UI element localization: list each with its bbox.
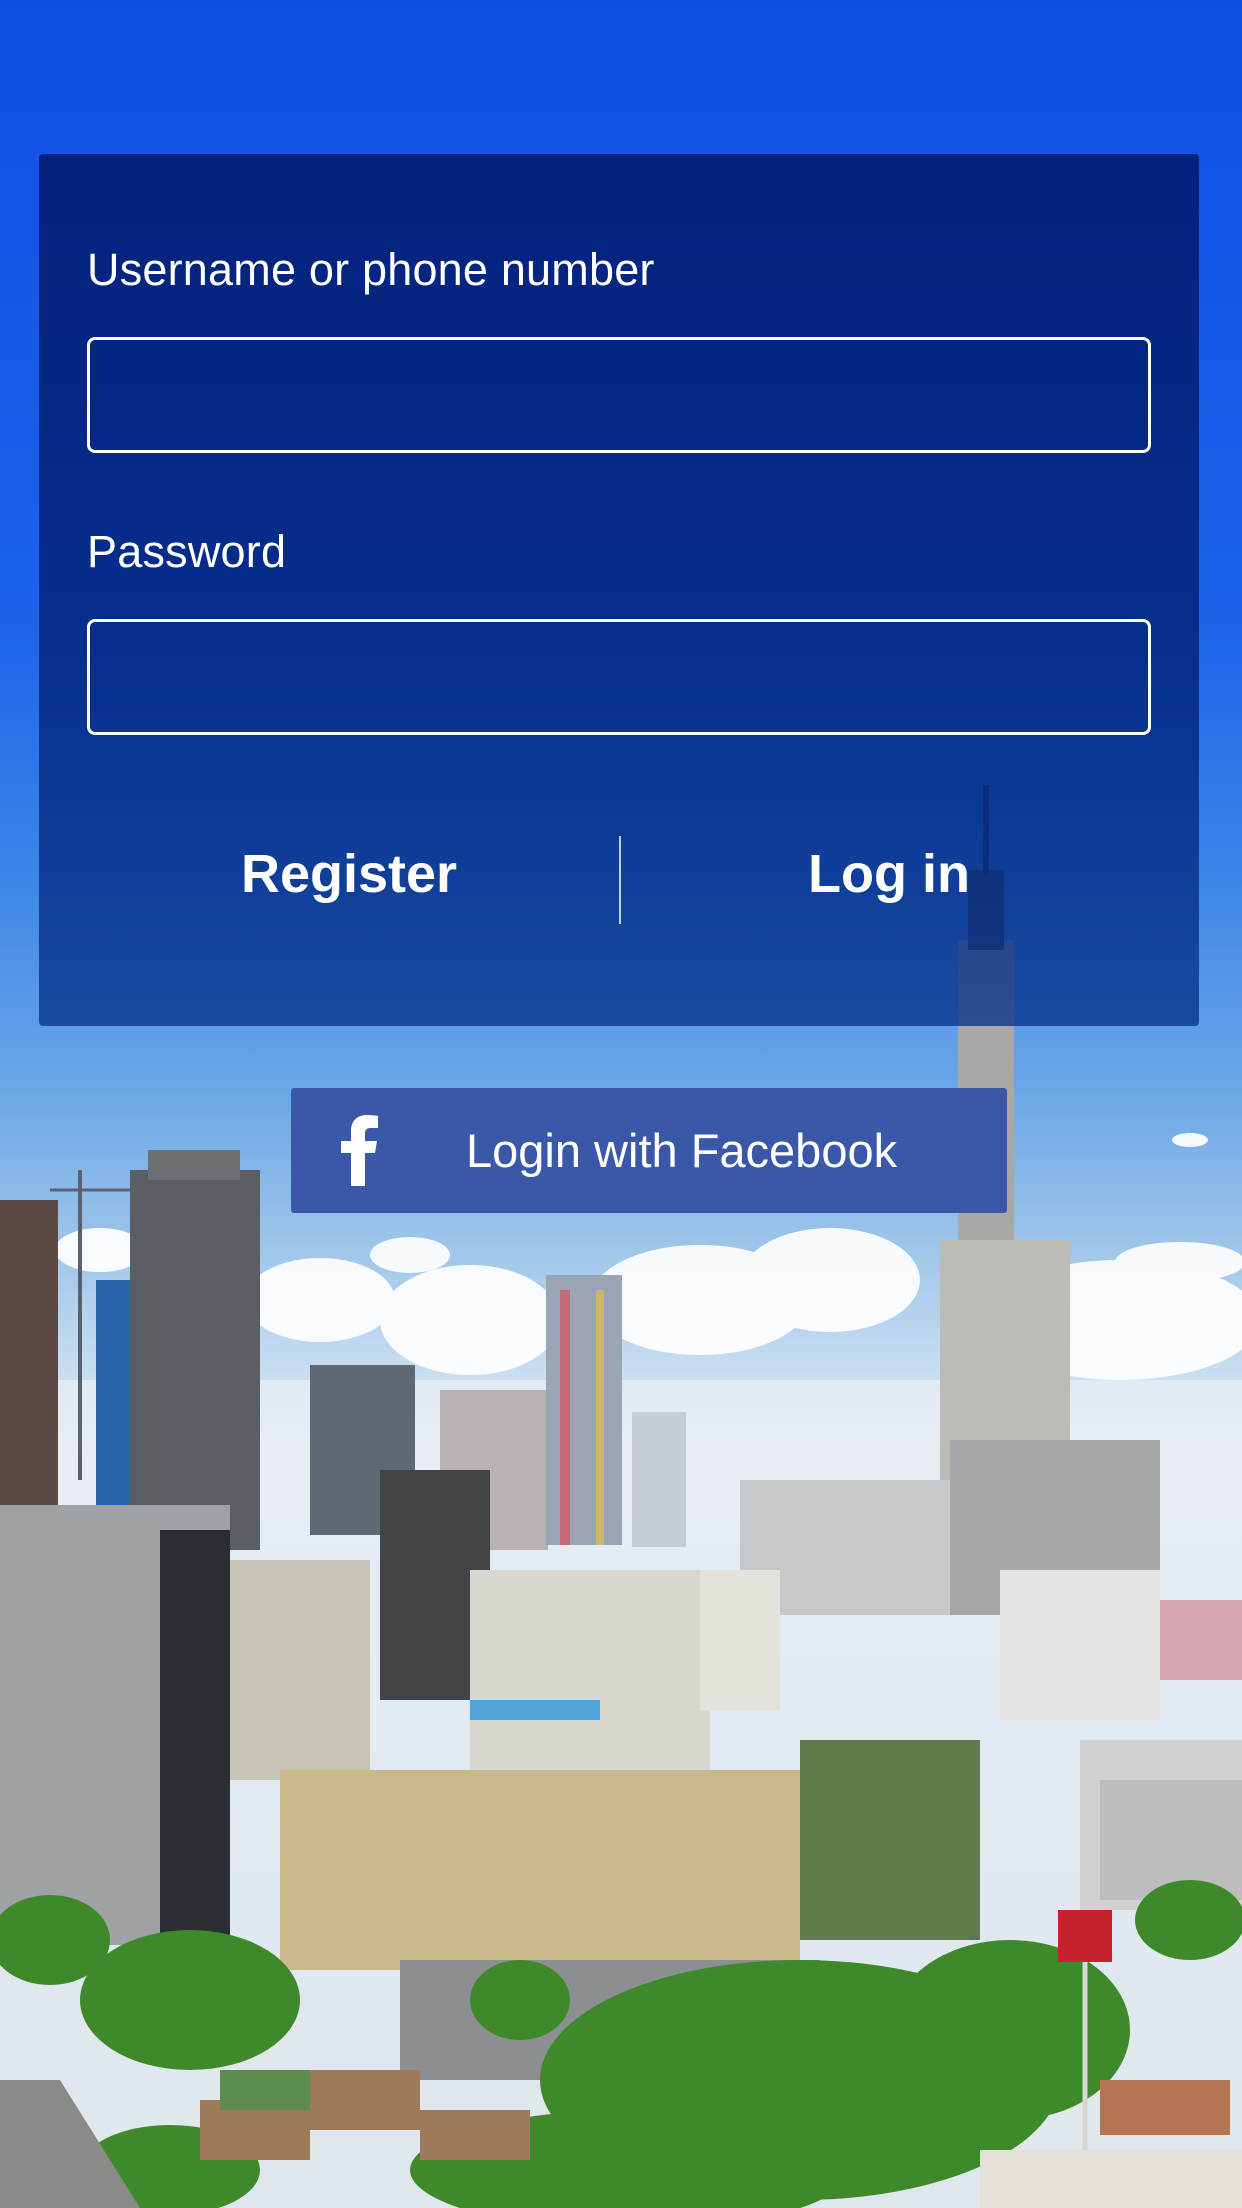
login-button[interactable]: Log in — [669, 824, 1109, 924]
facebook-login-label: Login with Facebook — [466, 1124, 898, 1177]
register-button[interactable]: Register — [129, 824, 569, 924]
action-divider — [619, 836, 621, 924]
password-label: Password — [87, 526, 287, 577]
login-card: Username or phone number Password Regist… — [39, 154, 1199, 1026]
username-label: Username or phone number — [87, 244, 655, 295]
facebook-f-icon — [341, 1115, 378, 1186]
username-input[interactable] — [87, 337, 1151, 453]
password-input[interactable] — [87, 619, 1151, 735]
facebook-login-button[interactable]: Login with Facebook — [291, 1088, 1007, 1213]
